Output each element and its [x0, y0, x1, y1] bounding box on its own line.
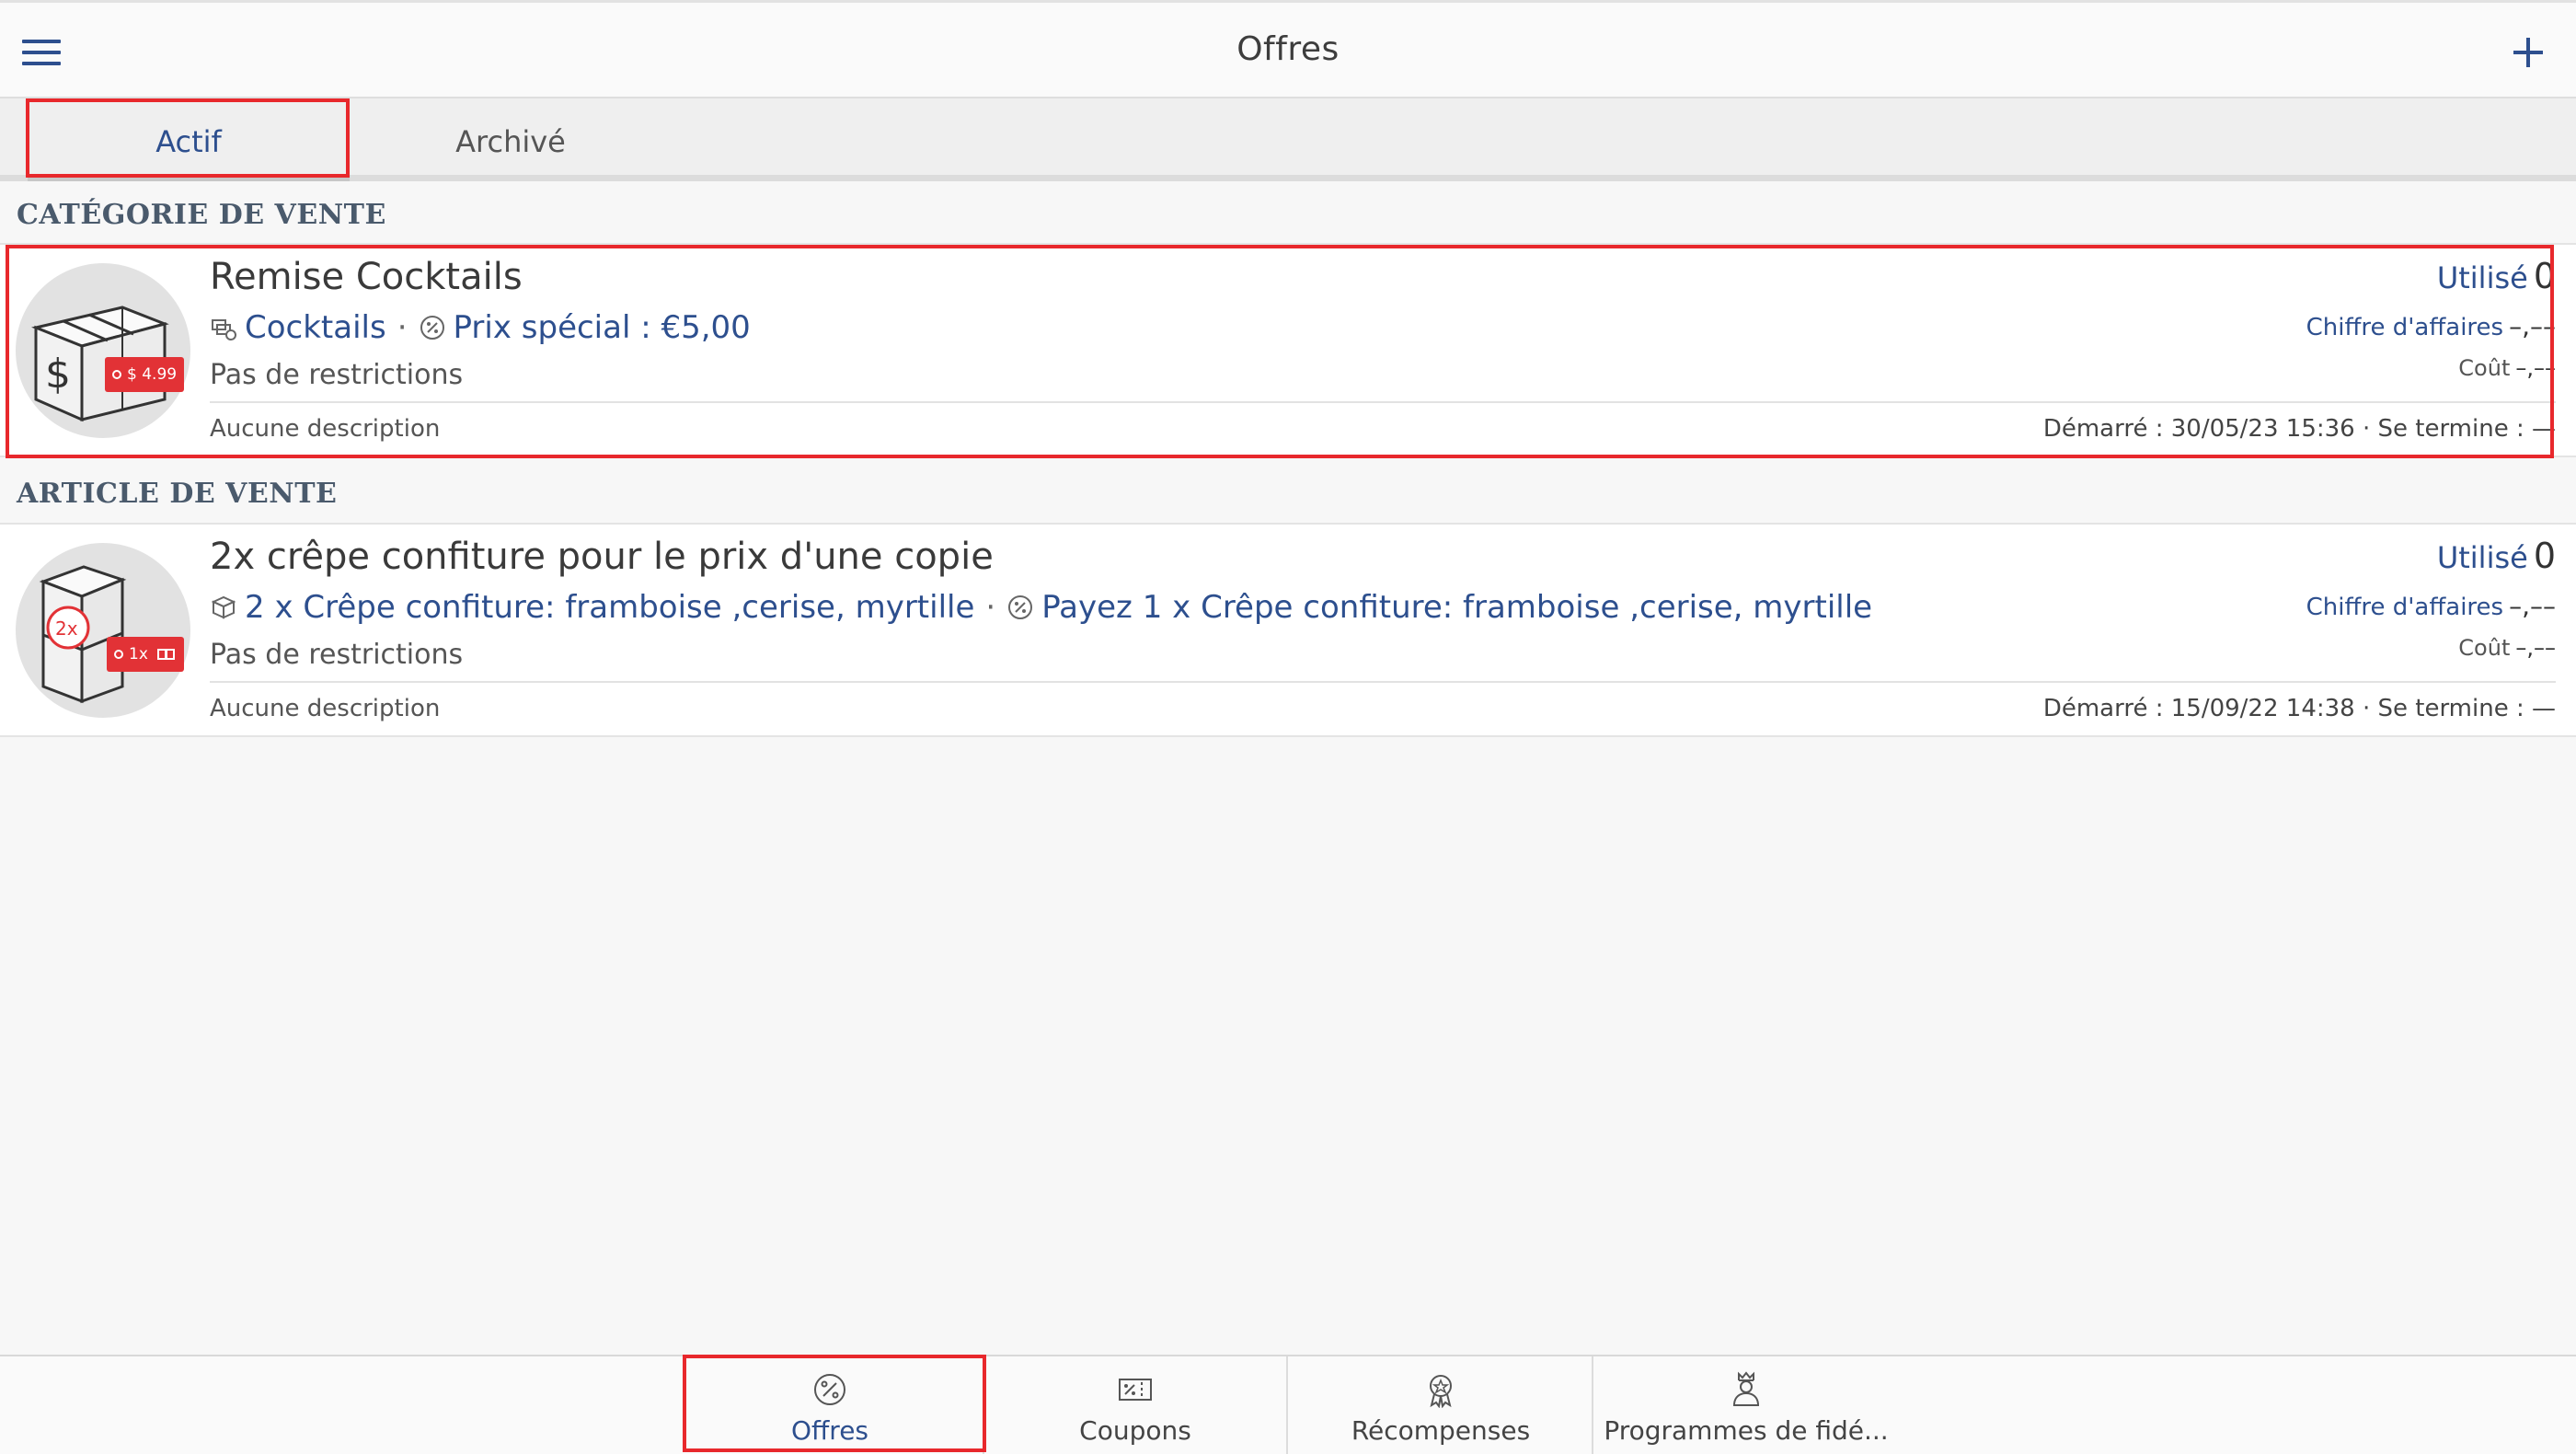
- box-dollar-icon: $: [31, 306, 169, 422]
- used-value: 0: [2533, 256, 2556, 296]
- coupon-icon: [1119, 1379, 1152, 1401]
- category-icon: [212, 319, 236, 340]
- svg-text:$: $: [45, 351, 71, 398]
- separator: ·: [397, 309, 408, 346]
- bottom-nav: Offres Coupons Récompenses Programmes de…: [0, 1355, 2576, 1454]
- used-count: Utilisé 0: [2437, 256, 2556, 296]
- nav-programmes-fidelite[interactable]: Programmes de fidé...: [1593, 1356, 1899, 1454]
- revenue-value: –,––: [2509, 591, 2556, 621]
- offer-thumbnail: $: [16, 263, 190, 438]
- offer-card[interactable]: 2x 1x 2x crêpe confiture pour le prix d'…: [0, 523, 2576, 737]
- revenue-label: Chiffre d'affaires: [2306, 594, 2504, 621]
- nav-label: Coupons: [1079, 1415, 1191, 1446]
- offer-card[interactable]: $ $ 4.99 Remise Cocktails Cocktails · Pr…: [0, 243, 2576, 457]
- offer-thumbnail: 2x: [16, 543, 190, 718]
- nav-recompenses[interactable]: Récompenses: [1288, 1356, 1593, 1454]
- divider: [210, 401, 2556, 403]
- plus-icon[interactable]: [2512, 36, 2545, 69]
- badge-text: 2x: [55, 617, 78, 640]
- nav-label: Programmes de fidé...: [1604, 1415, 1889, 1446]
- used-value: 0: [2533, 536, 2556, 576]
- restrictions: Pas de restrictions: [210, 639, 464, 671]
- used-label: Utilisé: [2436, 260, 2528, 295]
- top-bar: Offres: [0, 0, 2576, 98]
- offer-item: 2 x Crêpe confiture: framboise ,cerise, …: [245, 589, 975, 626]
- offer-details: 2 x Crêpe confiture: framboise ,cerise, …: [210, 589, 1872, 626]
- section-header: ARTICLE DE VENTE: [17, 478, 338, 510]
- item-box-icon: [211, 595, 236, 619]
- award-icon: [1430, 1375, 1452, 1408]
- percent-icon: [420, 316, 444, 340]
- cost-value: –,––: [2515, 635, 2556, 661]
- stacked-boxes-icon: 2x: [39, 565, 127, 704]
- divider: [210, 681, 2556, 683]
- offer-item: Cocktails: [245, 309, 386, 346]
- revenue: Chiffre d'affaires –,––: [2306, 311, 2556, 341]
- loyalty-crown-icon: [1732, 1371, 1760, 1406]
- description: Aucune description: [210, 695, 441, 722]
- percent-icon: [1008, 595, 1033, 619]
- quantity-tag-label: 1x: [129, 645, 148, 664]
- cost: Coût –,––: [2458, 635, 2556, 661]
- cost: Coût –,––: [2458, 355, 2556, 381]
- used-label: Utilisé: [2436, 540, 2528, 575]
- cost-value: –,––: [2515, 355, 2556, 381]
- offer-dates: Démarré : 15/09/22 14:38 · Se termine : …: [2042, 695, 2556, 722]
- tab-archive[interactable]: Archivé: [350, 98, 672, 175]
- tab-actif[interactable]: Actif: [28, 98, 350, 181]
- separator: ·: [985, 589, 996, 626]
- offer-title: 2x crêpe confiture pour le prix d'une co…: [210, 536, 994, 578]
- tab-bar: Actif Archivé: [0, 98, 2576, 181]
- offer-deal: Prix spécial : €5,00: [453, 309, 751, 346]
- section-header: CATÉGORIE DE VENTE: [17, 199, 386, 231]
- offer-dates: Démarré : 30/05/23 15:36 · Se termine : …: [2042, 415, 2556, 443]
- revenue-label: Chiffre d'affaires: [2306, 314, 2504, 341]
- nav-label: Récompenses: [1351, 1415, 1531, 1446]
- revenue-value: –,––: [2509, 311, 2556, 341]
- offer-title: Remise Cocktails: [210, 256, 523, 298]
- quantity-tag: 1x: [107, 637, 185, 672]
- percent-badge-icon: [814, 1374, 845, 1405]
- offer-deal: Payez 1 x Crêpe confiture: framboise ,ce…: [1041, 589, 1873, 626]
- price-tag: $ 4.99: [105, 357, 185, 392]
- nav-label: Offres: [790, 1415, 869, 1446]
- used-count: Utilisé 0: [2437, 536, 2556, 576]
- revenue: Chiffre d'affaires –,––: [2306, 591, 2556, 621]
- cost-label: Coût: [2458, 635, 2511, 661]
- nav-offres[interactable]: Offres: [677, 1356, 983, 1454]
- description: Aucune description: [210, 415, 441, 443]
- cost-label: Coût: [2458, 355, 2511, 381]
- nav-coupons[interactable]: Coupons: [983, 1356, 1288, 1454]
- app-root: Offres Actif Archivé CATÉGORIE DE VENTE …: [0, 0, 2576, 1454]
- boxes-icon: [157, 649, 176, 660]
- restrictions: Pas de restrictions: [210, 359, 464, 391]
- offer-details: Cocktails · Prix spécial : €5,00: [210, 309, 751, 346]
- page-title: Offres: [1236, 30, 1340, 68]
